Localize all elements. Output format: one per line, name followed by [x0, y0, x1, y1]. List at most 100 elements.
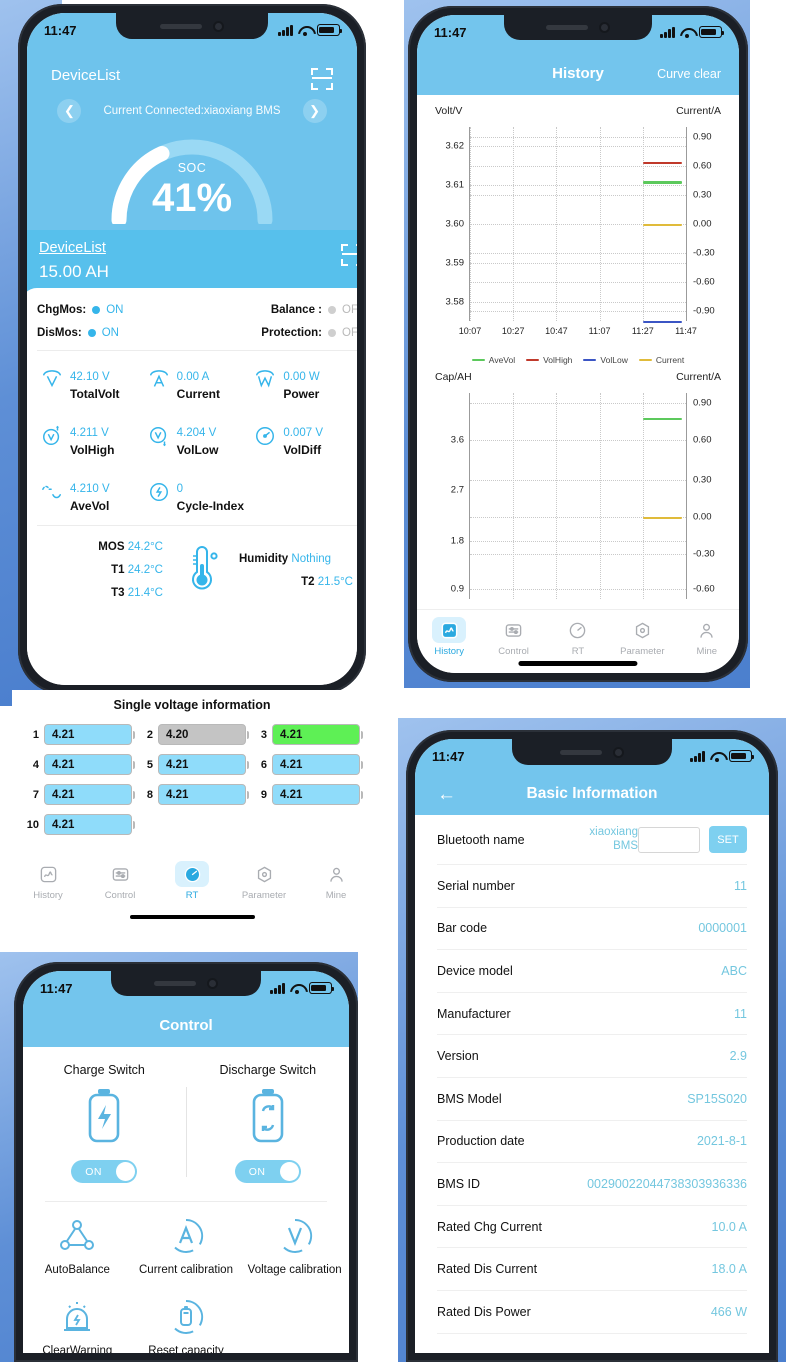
y-tick: 3.60: [445, 218, 465, 230]
discharge-toggle[interactable]: ON: [234, 1160, 301, 1183]
tab-rt[interactable]: RT: [163, 861, 221, 901]
cell-item[interactable]: 1 4.21: [24, 724, 136, 745]
metric-cycle-index: 0 Cycle-Index: [148, 479, 255, 515]
status-time: 11:47: [40, 980, 73, 996]
tab-control[interactable]: Control: [485, 617, 543, 657]
function-current-calibration[interactable]: Current calibration: [132, 1217, 241, 1276]
volt-icon: [41, 369, 63, 391]
cell-voltage: 4.21: [158, 784, 250, 805]
battery-icon: [699, 26, 725, 38]
temp-value: 21.5°C: [317, 575, 353, 588]
tab-history[interactable]: History: [19, 861, 77, 901]
cell-item[interactable]: 6 4.21: [252, 754, 364, 775]
balance-label: Balance :: [270, 304, 322, 316]
overlay-device-list-link[interactable]: DeviceList: [39, 240, 357, 256]
chevron-right-icon[interactable]: ❯: [302, 99, 327, 123]
function-autobalance[interactable]: AutoBalance: [23, 1217, 132, 1276]
signal-icon: [270, 982, 285, 994]
cell-item[interactable]: 2 4.20: [138, 724, 250, 745]
status-indicators: [278, 24, 343, 36]
curve-clear-button[interactable]: Curve clear: [657, 67, 721, 81]
scan-icon[interactable]: [341, 244, 357, 266]
tab-label: Mine: [696, 646, 718, 657]
cell-item[interactable]: 5 4.21: [138, 754, 250, 775]
phone-history-screen: 11:47 History Curve clear Volt/V Current…: [417, 15, 739, 673]
tab-history[interactable]: History: [420, 617, 478, 657]
reset-capacity-icon: [167, 1298, 205, 1336]
row-label: Serial number: [437, 878, 515, 893]
front-camera: [599, 22, 610, 33]
tab-control[interactable]: Control: [91, 861, 149, 901]
status-dot: [328, 306, 336, 314]
legend-label: Current: [655, 355, 685, 365]
rt-device-list-link[interactable]: DeviceList: [51, 67, 120, 84]
chevron-left-icon[interactable]: ❮: [57, 99, 82, 123]
volt-low-icon: [148, 425, 170, 447]
cell-item[interactable]: 9 4.21: [252, 784, 364, 805]
chart-volt: Volt/V Current/A 3.62 3.61 3.60 3.59 3.5…: [417, 101, 739, 365]
row-label: Device model: [437, 963, 513, 978]
screenshot-canvas: 11:47 DeviceList ❮ Current Connected:xia…: [0, 0, 800, 1362]
y-tick: 3.61: [445, 179, 465, 191]
front-camera: [613, 746, 624, 758]
tab-parameter[interactable]: Parameter: [613, 617, 671, 657]
metric-power: 0.00 W Power: [254, 367, 357, 403]
rt-body: ChgMos: ON Balance : OFF DisMos:: [27, 288, 357, 617]
charge-toggle[interactable]: ON: [71, 1160, 138, 1183]
row-value: 466 W: [710, 1304, 747, 1319]
bluetooth-name-input[interactable]: [638, 826, 700, 853]
cell-index: 4: [32, 758, 39, 771]
function-reset-capacity[interactable]: Reset capacity: [132, 1298, 241, 1353]
notch: [116, 13, 268, 39]
gauge-icon: [254, 425, 276, 447]
y2-tick: 0.00: [693, 511, 712, 523]
speaker-grille: [546, 25, 588, 30]
page-title: Control: [159, 1017, 213, 1034]
scan-icon[interactable]: [311, 68, 333, 90]
tab-mine[interactable]: Mine: [307, 861, 365, 901]
signal-icon: [690, 750, 705, 762]
function-voltage-calibration[interactable]: Voltage calibration: [240, 1217, 349, 1276]
device-switcher: ❮ Current Connected:xiaoxiang BMS ❯: [27, 99, 357, 123]
temp-value: 21.4°C: [127, 587, 163, 599]
mos-row: DisMos: ON Protection: OFF: [37, 327, 357, 339]
divider: [45, 1201, 327, 1202]
metric-value: 0: [176, 483, 184, 495]
charts-container: Volt/V Current/A 3.62 3.61 3.60 3.59 3.5…: [417, 95, 739, 609]
y-tick: 3.58: [445, 296, 465, 308]
tab-mine[interactable]: Mine: [678, 617, 736, 657]
cell-index: 9: [260, 788, 267, 801]
cell-item[interactable]: 7 4.21: [24, 784, 136, 805]
home-indicator: [129, 915, 255, 919]
cell-voltage: 4.21: [272, 784, 364, 805]
function-label: AutoBalance: [44, 1264, 110, 1276]
series-current: [642, 516, 682, 519]
cell-item[interactable]: 3 4.21: [252, 724, 364, 745]
tab-label: Parameter: [241, 890, 287, 901]
tab-label: Control: [498, 646, 529, 657]
legend-volhigh: VolHigh: [526, 355, 572, 365]
cell-item[interactable]: 4 4.21: [24, 754, 136, 775]
cell-item[interactable]: 8 4.21: [138, 784, 250, 805]
tab-parameter[interactable]: Parameter: [235, 861, 293, 901]
clear-warning-icon: [58, 1298, 96, 1336]
series-vollow: [642, 321, 682, 324]
function-clear-warning[interactable]: ClearWarning: [23, 1298, 132, 1353]
gauge-icon: [561, 617, 595, 643]
y2-tick: -0.30: [693, 247, 715, 259]
row-label: Bluetooth name: [437, 832, 525, 847]
speaker-grille: [160, 23, 202, 29]
balance-status: Balance : OFF: [271, 304, 357, 316]
status-dot: [92, 306, 101, 314]
bluetooth-current-value: xiaoxiang BMS: [589, 826, 638, 852]
temperature-left: MOS 24.2°C T1 24.2°C T3 21.4°C: [43, 536, 179, 605]
chart-legend: AveVol VolHigh VolLow Current: [417, 355, 739, 365]
set-button[interactable]: SET: [709, 826, 747, 853]
temperature-right: Humidity Nothing T2 21.5°C: [223, 548, 357, 594]
cell-item[interactable]: 10 4.21: [24, 814, 136, 835]
chart-ylabel: Cap/AH: [435, 371, 472, 383]
tab-rt[interactable]: RT: [549, 617, 607, 657]
status-time: 11:47: [44, 22, 77, 38]
series-avevol: [642, 181, 682, 184]
notch: [504, 15, 652, 40]
